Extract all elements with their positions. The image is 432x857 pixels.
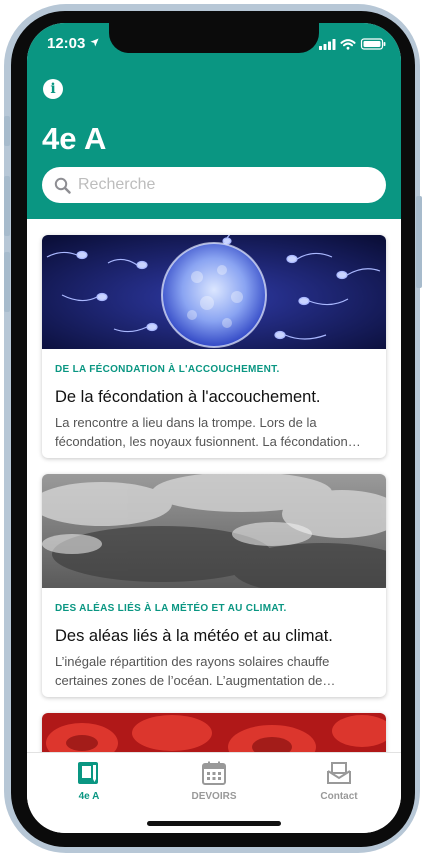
battery-icon (360, 38, 386, 50)
volume-up-button (4, 176, 10, 236)
card-category: DE LA FÉCONDATION À L'ACCOUCHEMENT. (55, 364, 280, 375)
search-icon (54, 177, 71, 194)
notch (109, 23, 319, 53)
silent-switch (4, 116, 10, 146)
volume-down-button (4, 252, 10, 312)
signal-icon (319, 39, 336, 50)
search-input[interactable] (78, 167, 374, 203)
info-button[interactable]: i (43, 79, 63, 99)
mail-icon (327, 762, 351, 784)
card-image-fertilization (42, 235, 386, 349)
card-image-storm-clouds (42, 474, 386, 588)
tab-label: 4e A (78, 791, 100, 802)
app-header: 12:03 i 4e A Recherche (27, 23, 401, 219)
page-title: 4e A (42, 121, 107, 156)
tab-contact[interactable]: Contact (289, 761, 389, 811)
calendar-icon (202, 761, 226, 785)
article-card[interactable]: DES ALÉAS LIÉS À LA MÉTÉO ET AU CLIMAT. … (42, 474, 386, 697)
notebook-icon (78, 762, 98, 784)
location-arrow-icon (89, 38, 99, 47)
wifi-icon (340, 39, 356, 50)
card-excerpt: La rencontre a lieu dans la trompe. Lors… (55, 415, 361, 449)
card-category: DES ALÉAS LIÉS À LA MÉTÉO ET AU CLIMAT. (55, 603, 287, 614)
tab-label: Contact (320, 791, 358, 802)
app-screen: 12:03 i 4e A Recherche DE LA FÉCONDATION… (27, 23, 401, 833)
article-card[interactable] (42, 713, 386, 753)
tab-devoirs[interactable]: DEVOIRS (164, 761, 264, 811)
card-image-blood-cells (42, 713, 386, 753)
status-time: 12:03 (47, 35, 99, 52)
info-icon: i (50, 81, 56, 97)
status-icons (319, 38, 386, 50)
power-button (416, 196, 422, 288)
tab-class[interactable]: 4e A (39, 761, 139, 811)
card-title: De la fécondation à l'accouchement. (55, 388, 321, 406)
home-indicator (147, 821, 281, 826)
article-feed[interactable]: DE LA FÉCONDATION À L'ACCOUCHEMENT. De l… (27, 219, 401, 753)
card-excerpt: L’inégale répartition des rayons solaire… (55, 654, 336, 688)
card-title: Des aléas liés à la météo et au climat. (55, 627, 333, 645)
tab-label: DEVOIRS (191, 791, 237, 802)
search-bar[interactable] (42, 167, 386, 203)
article-card[interactable]: DE LA FÉCONDATION À L'ACCOUCHEMENT. De l… (42, 235, 386, 458)
